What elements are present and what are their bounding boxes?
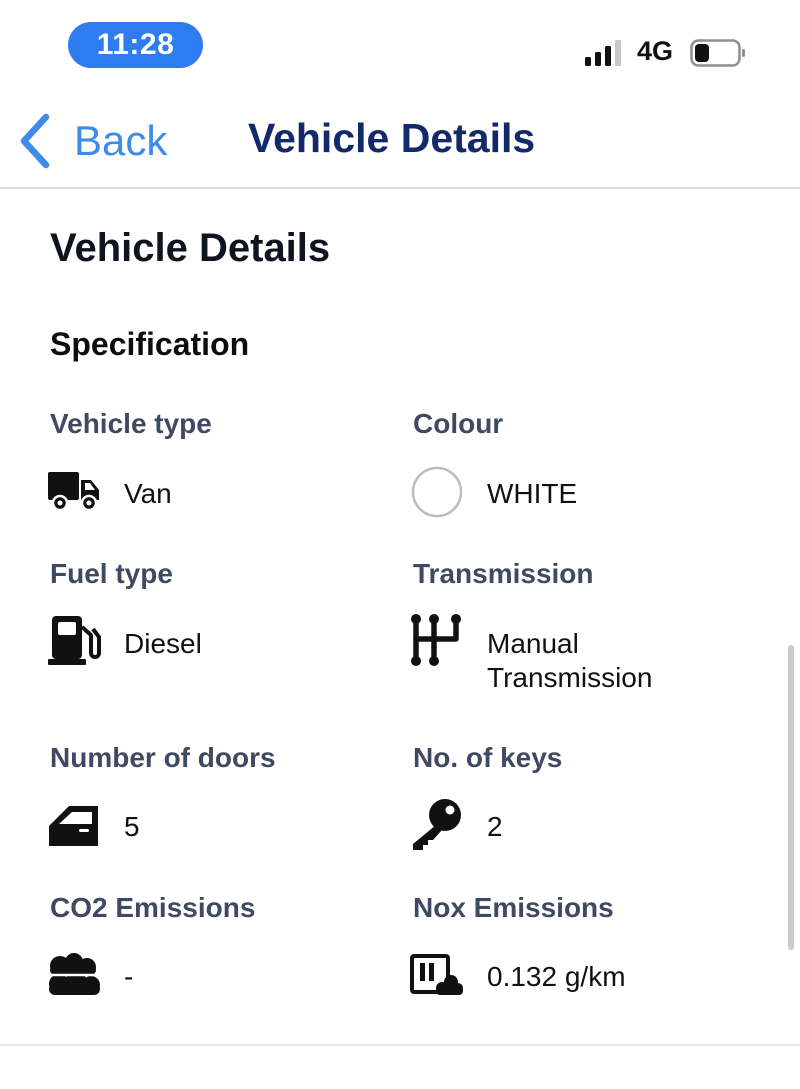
fuel-pump-icon [48, 616, 101, 665]
co2-value: - [124, 961, 134, 992]
chevron-left-icon [20, 113, 50, 169]
battery-icon [690, 39, 745, 67]
doors-value: 5 [124, 811, 140, 842]
network-type: 4G [637, 36, 674, 66]
nox-value: 0.132 g/km [487, 961, 626, 992]
transmission-value-line2: Transmission [487, 662, 653, 693]
section-title: Vehicle Details [50, 226, 331, 270]
keys-label: No. of keys [413, 742, 563, 773]
co2-label: CO2 Emissions [50, 892, 256, 923]
colour-value: WHITE [487, 478, 578, 509]
specification-heading: Specification [50, 326, 250, 362]
vehicle-type-label: Vehicle type [50, 408, 212, 439]
signal-strength-icon [585, 40, 625, 66]
clouds-icon [49, 953, 100, 995]
doors-label: Number of doors [50, 742, 276, 773]
colour-label: Colour [413, 408, 504, 439]
transmission-label: Transmission [413, 558, 594, 589]
factory-smoke-icon [410, 954, 463, 995]
divider [0, 1044, 800, 1046]
page-title: Vehicle Details [248, 115, 536, 161]
van-icon [48, 472, 99, 512]
fuel-type-value: Diesel [124, 628, 202, 659]
navigation-bar: Back Vehicle Details [0, 95, 800, 189]
nox-label: Nox Emissions [413, 892, 614, 923]
fuel-type-label: Fuel type [50, 558, 173, 589]
vehicle-type-value: Van [124, 478, 172, 509]
keys-value: 2 [487, 811, 503, 842]
back-button[interactable]: Back [18, 111, 167, 171]
colour-swatch-icon [411, 466, 463, 518]
transmission-value-line1: Manual [487, 628, 579, 659]
scrollbar[interactable] [788, 645, 794, 950]
back-label: Back [74, 117, 168, 164]
gear-shift-icon [411, 614, 461, 666]
car-door-icon [49, 806, 98, 846]
status-time: 11:28 [68, 22, 203, 68]
key-icon [413, 799, 461, 850]
status-bar: 11:28 4G [0, 0, 800, 95]
